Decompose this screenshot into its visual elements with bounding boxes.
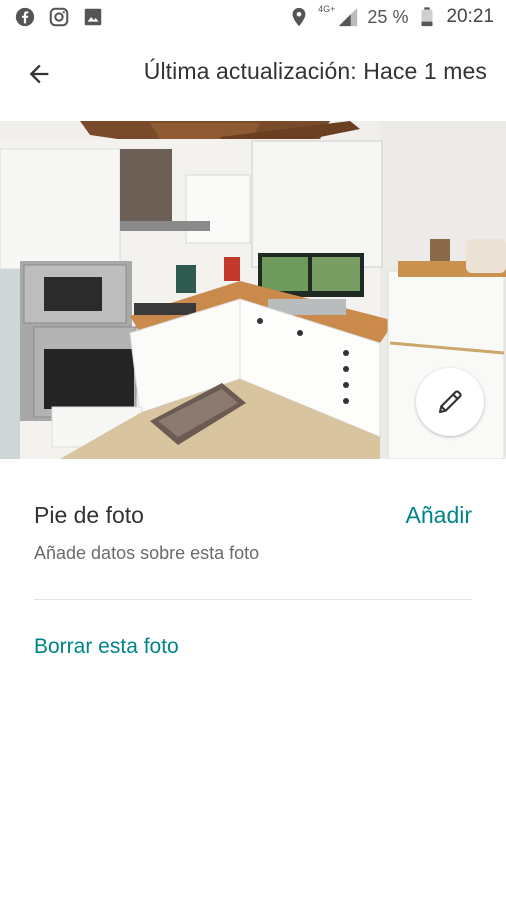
pencil-icon xyxy=(438,390,462,414)
gallery-icon xyxy=(84,8,102,26)
caption-title: Pie de foto xyxy=(34,502,144,528)
battery-icon xyxy=(421,7,433,27)
facebook-icon xyxy=(15,7,35,27)
caption-hint: Añade datos sobre esta foto xyxy=(34,543,260,563)
battery-percent: 25 % xyxy=(367,6,409,27)
status-bar: 4G+ 25 % 20:21 xyxy=(0,0,506,34)
divider xyxy=(34,599,472,600)
edit-photo-button[interactable] xyxy=(416,368,484,436)
location-icon xyxy=(292,7,306,27)
instagram-icon xyxy=(49,7,69,27)
caption-row: Pie de foto Añadir xyxy=(34,502,472,529)
status-system: 4G+ 25 % 20:21 xyxy=(288,4,494,28)
clock: 20:21 xyxy=(446,6,494,27)
page-title: Última actualización: Hace 1 mes xyxy=(143,58,487,84)
network-type: 4G+ xyxy=(318,4,336,14)
delete-photo-link[interactable]: Borrar esta foto xyxy=(34,635,179,659)
app-bar: Última actualización: Hace 1 mes xyxy=(0,34,506,114)
add-caption-link[interactable]: Añadir xyxy=(406,502,472,529)
status-notifications xyxy=(14,6,104,28)
arrow-back-icon xyxy=(29,64,49,84)
back-button[interactable] xyxy=(15,50,63,98)
signal-icon xyxy=(339,7,358,27)
